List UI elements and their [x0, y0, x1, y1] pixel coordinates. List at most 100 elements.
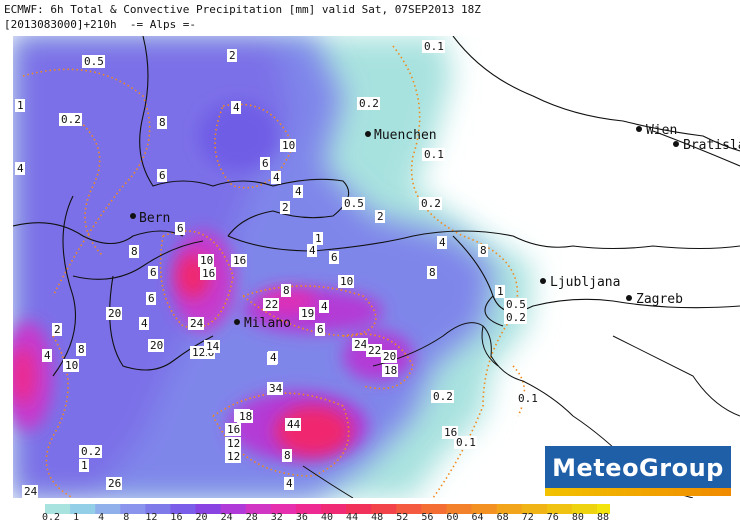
contour-value-text: 8 — [480, 244, 487, 257]
colorbar-tick-label: 52 — [396, 512, 409, 523]
contour-value-text: 1 — [315, 232, 322, 245]
contour-value-label: 6 — [148, 266, 158, 279]
colorbar-tick-label: 80 — [571, 512, 584, 523]
colorbar-tick-label: 0.2 — [41, 512, 61, 523]
contour-value-text: 0.5 — [84, 55, 104, 68]
contour-value-label: 4 — [437, 236, 447, 249]
contour-value-text: 20 — [150, 339, 163, 352]
logo-swoosh — [545, 488, 731, 496]
contour-value-label: 16 — [200, 267, 216, 280]
contour-value-text: 0.2 — [81, 445, 101, 458]
contour-value-text: 2 — [377, 210, 384, 223]
contour-value-text: 0.1 — [424, 40, 444, 53]
city-zagreb-label: Zagreb — [636, 292, 683, 307]
contour-value-text: 4 — [321, 300, 328, 313]
contour-value-label: 4 — [15, 162, 25, 175]
logo-text: MeteoGroup — [552, 454, 724, 482]
contour-value-label: 1 — [15, 99, 25, 112]
contour-value-label: 4 — [319, 300, 329, 313]
contour-value-text: 6 — [331, 251, 338, 264]
colorbar-tick-label: 68 — [496, 512, 509, 523]
colorbar-tick-label: 8 — [123, 512, 130, 523]
colorbar-tick-label: 20 — [195, 512, 208, 523]
city-muenchen[interactable]: Muenchen — [365, 128, 437, 143]
contour-value-label: 4 — [307, 244, 317, 257]
contour-value-text: 12 — [227, 437, 240, 450]
contour-value-label: 4 — [268, 351, 278, 364]
contour-value-label: 4 — [284, 477, 294, 490]
city-bratislava[interactable]: Bratislav — [673, 138, 740, 153]
contour-value-text: 4 — [439, 236, 446, 249]
contour-value-text: 4 — [295, 185, 302, 198]
colorbar-tick-label: 24 — [220, 512, 233, 523]
contour-value-label: 4 — [231, 101, 241, 114]
city-milano-label: Milano — [244, 316, 291, 331]
contour-value-text: 6 — [317, 323, 324, 336]
colorbar-tick-label: 28 — [245, 512, 258, 523]
contour-value-label: 24 — [188, 317, 204, 330]
contour-value-text: 0.5 — [344, 197, 364, 210]
colorbar-labels: 0.2 1 4 8 12 16 20 24 28 32 36 40 44 48 52 56 60 64 68 72 76… — [41, 512, 610, 526]
city-bern-label: Bern — [139, 211, 170, 226]
contour-value-label: 24 — [22, 485, 38, 498]
contour-value-text: 4 — [44, 349, 51, 362]
contour-value-label: 0.2 — [419, 197, 442, 210]
contour-value-text: 34 — [269, 382, 283, 395]
contour-value-text: 1 — [17, 99, 24, 112]
contour-value-text: 10 — [340, 275, 353, 288]
contour-value-label: 2 — [227, 49, 237, 62]
contour-value-text: 2 — [282, 201, 289, 214]
colorbar-tick-label: 40 — [320, 512, 334, 523]
colorbar-tick-label: 12 — [145, 512, 158, 523]
contour-value-label: 0.1 — [422, 40, 445, 53]
contour-value-text: 0.2 — [421, 197, 441, 210]
colorbar-tick-label: 36 — [295, 512, 308, 523]
contour-value-label: 8 — [282, 449, 292, 462]
contour-value-label: 24 — [352, 338, 368, 351]
colorbar-tick-label: 16 — [170, 512, 183, 523]
contour-value-label: 22 — [263, 298, 279, 311]
colorbar-tick-label: 64 — [471, 512, 484, 523]
contour-value-label: 6 — [315, 323, 325, 336]
contour-value-label: 0.2 — [59, 113, 82, 126]
contour-value-label: 8 — [427, 266, 437, 279]
city-dot — [636, 126, 642, 132]
contour-value-text: 24 — [24, 485, 38, 498]
contour-value-label: 6 — [157, 169, 167, 182]
colorbar-tick-label: 88 — [596, 512, 610, 523]
contour-value-text: 8 — [429, 266, 436, 279]
contour-value-text: 10 — [282, 139, 295, 152]
city-bratislava-label: Bratislav — [683, 138, 740, 153]
contour-value-text: 8 — [131, 245, 138, 258]
contour-value-text: 22 — [265, 298, 278, 311]
contour-value-text: 4 — [17, 162, 24, 175]
contour-value-text: 0.5 — [506, 298, 526, 311]
contour-value-text: 4 — [141, 317, 148, 330]
contour-value-text: 8 — [159, 116, 166, 129]
contour-value-label: 8 — [157, 116, 167, 129]
contour-value-text: 8 — [284, 449, 291, 462]
contour-value-text: 4 — [273, 171, 280, 184]
contour-value-label: 2 — [52, 323, 62, 336]
contour-value-label: 18 — [237, 410, 253, 423]
city-wien-label: Wien — [646, 123, 677, 138]
contour-value-label: 18 — [382, 364, 398, 377]
contour-value-label: 4 — [293, 185, 303, 198]
city-dot — [540, 278, 546, 284]
city-dot — [365, 131, 371, 137]
contour-value-label: 8 — [281, 284, 291, 297]
contour-value-text: 2 — [54, 323, 61, 336]
contour-value-text: 16 — [233, 254, 246, 267]
contour-value-label: 8 — [478, 244, 488, 257]
contour-value-label: 8 — [76, 343, 86, 356]
contour-value-label: 8 — [129, 245, 139, 258]
contour-value-label: 0.5 — [342, 197, 365, 210]
contour-value-text: 1 — [81, 459, 88, 472]
city-dot — [673, 141, 679, 147]
contour-value-label: 12 — [225, 450, 241, 463]
contour-value-text: 0.2 — [433, 390, 453, 403]
contour-value-label: 14 — [204, 340, 220, 353]
contour-value-text: 0.2 — [506, 311, 526, 324]
city-ljubljana[interactable]: Ljubljana — [540, 275, 620, 290]
contour-value-label: 6 — [146, 292, 156, 305]
